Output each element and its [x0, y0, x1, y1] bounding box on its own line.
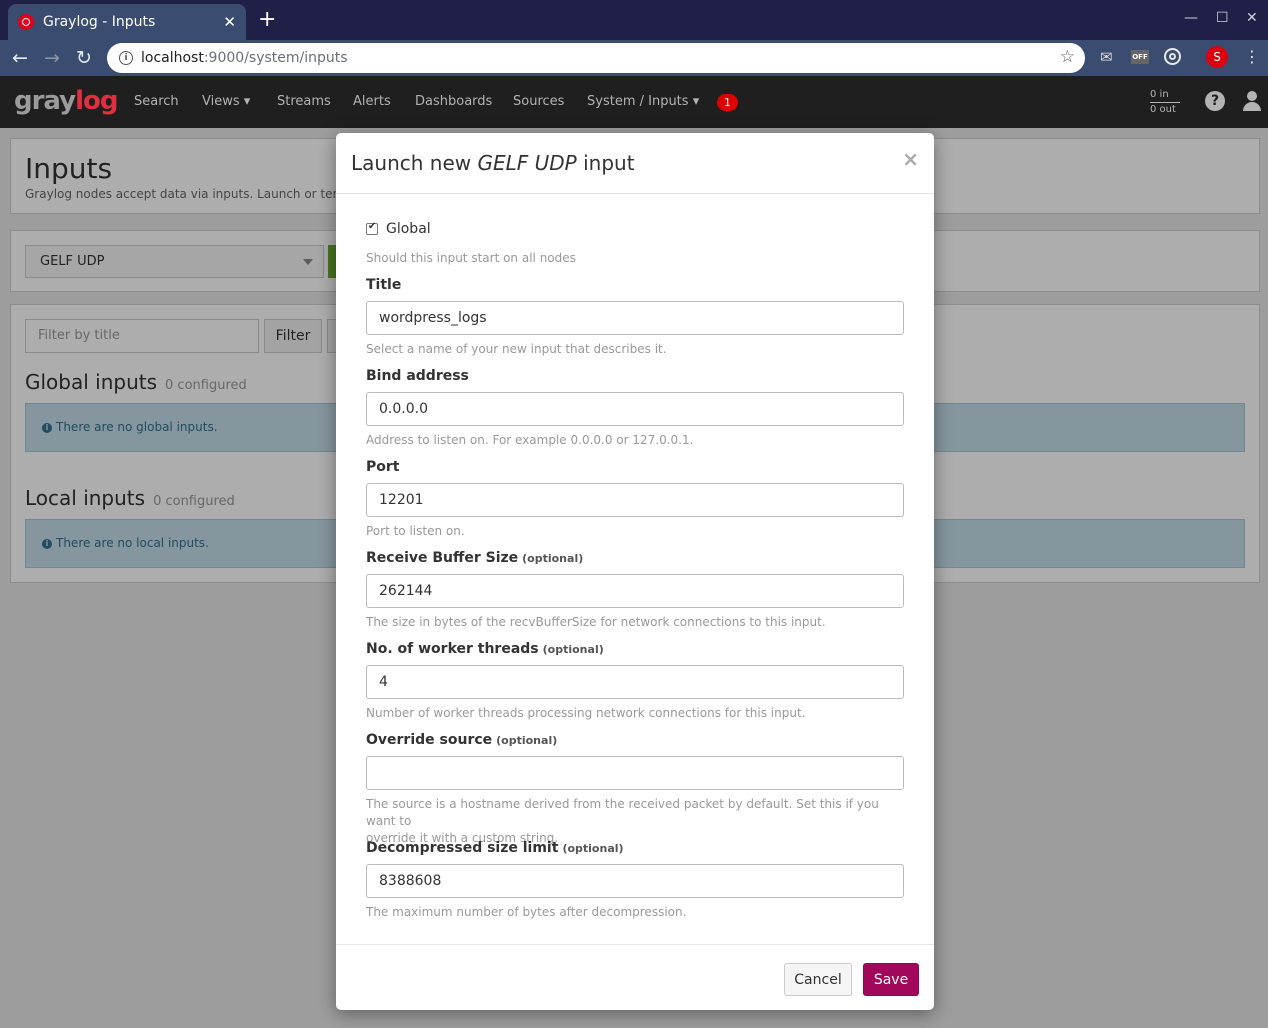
- nav-dashboards[interactable]: Dashboards: [415, 94, 492, 109]
- user-icon[interactable]: [1243, 91, 1261, 111]
- bookmark-star-icon[interactable]: ☆: [1060, 47, 1075, 67]
- save-button[interactable]: Save: [863, 963, 919, 996]
- global-checkbox-row[interactable]: Global: [366, 221, 431, 237]
- launch-input-modal: Launch new GELF UDP input × Global Shoul…: [336, 133, 934, 1010]
- port-label: Port: [366, 459, 400, 475]
- nav-streams[interactable]: Streams: [277, 94, 331, 109]
- modal-footer: Cancel Save: [336, 944, 934, 1010]
- graylog-favicon-icon: [18, 14, 34, 30]
- nav-views[interactable]: Views ▾: [202, 94, 250, 109]
- optional-tag: (optional): [496, 734, 558, 747]
- optional-tag: (optional): [542, 643, 604, 656]
- bind-address-input[interactable]: 0.0.0.0: [366, 392, 904, 426]
- browser-tab[interactable]: Graylog - Inputs ✕: [8, 4, 246, 40]
- cancel-button[interactable]: Cancel: [784, 963, 852, 996]
- url-host: localhost: [141, 50, 204, 66]
- graylog-logo[interactable]: graylog: [14, 86, 119, 116]
- tab-close-icon[interactable]: ✕: [223, 13, 236, 31]
- throughput-in: 0 in: [1150, 89, 1169, 100]
- throughput-indicator[interactable]: 0 in 0 out: [1150, 88, 1180, 117]
- minimize-icon[interactable]: —: [1184, 10, 1198, 26]
- profile-avatar[interactable]: S: [1206, 46, 1228, 68]
- worker-threads-help: Number of worker threads processing netw…: [366, 706, 806, 720]
- help-icon[interactable]: ?: [1205, 91, 1225, 111]
- extension-target-icon[interactable]: [1164, 48, 1181, 65]
- reload-icon[interactable]: ↻: [76, 47, 92, 69]
- optional-tag: (optional): [522, 552, 584, 565]
- override-source-label: Override source (optional): [366, 732, 558, 748]
- bind-address-label: Bind address: [366, 368, 469, 384]
- nav-system-inputs[interactable]: System / Inputs ▾: [587, 94, 699, 109]
- decompressed-limit-label: Decompressed size limit (optional): [366, 840, 624, 856]
- nav-search[interactable]: Search: [134, 94, 179, 109]
- modal-close-icon[interactable]: ×: [902, 147, 919, 171]
- decompressed-limit-input[interactable]: 8388608: [366, 864, 904, 898]
- title-input[interactable]: wordpress_logs: [366, 301, 904, 335]
- port-help: Port to listen on.: [366, 524, 465, 538]
- forward-icon[interactable]: →: [44, 47, 60, 69]
- override-source-input[interactable]: [366, 756, 904, 790]
- global-label: Global: [386, 221, 431, 237]
- new-tab-button[interactable]: +: [258, 9, 276, 31]
- title-help: Select a name of your new input that des…: [366, 342, 667, 356]
- throughput-out: 0 out: [1150, 102, 1180, 117]
- extension-off-icon[interactable]: OFF: [1131, 50, 1149, 64]
- modal-header: Launch new GELF UDP input ×: [336, 133, 934, 194]
- recv-buffer-label: Receive Buffer Size (optional): [366, 550, 584, 566]
- bind-address-help: Address to listen on. For example 0.0.0.…: [366, 433, 694, 447]
- recv-buffer-input[interactable]: 262144: [366, 574, 904, 608]
- worker-threads-label: No. of worker threads (optional): [366, 641, 604, 657]
- notification-badge[interactable]: 1: [717, 94, 738, 111]
- tab-title: Graylog - Inputs: [43, 14, 156, 30]
- decompressed-limit-help: The maximum number of bytes after decomp…: [366, 905, 687, 919]
- optional-tag: (optional): [562, 842, 624, 855]
- url-path: :9000/system/inputs: [203, 50, 348, 66]
- worker-threads-input[interactable]: 4: [366, 665, 904, 699]
- port-input[interactable]: 12201: [366, 483, 904, 517]
- extension-mail-icon[interactable]: ✉: [1100, 48, 1113, 66]
- browser-tabbar: Graylog - Inputs ✕ + — ☐ ✕: [0, 0, 1268, 40]
- nav-sources[interactable]: Sources: [513, 94, 564, 109]
- address-bar[interactable]: i localhost :9000/system/inputs ☆: [107, 43, 1085, 73]
- window-close-icon[interactable]: ✕: [1246, 10, 1258, 26]
- nav-alerts[interactable]: Alerts: [353, 94, 391, 109]
- global-help: Should this input start on all nodes: [366, 251, 576, 265]
- back-icon[interactable]: ←: [12, 47, 28, 69]
- site-info-icon[interactable]: i: [119, 51, 133, 65]
- global-checkbox[interactable]: [366, 221, 378, 235]
- modal-title: Launch new GELF UDP input: [351, 151, 635, 175]
- browser-menu-icon[interactable]: ⋮: [1244, 47, 1260, 66]
- title-label: Title: [366, 277, 402, 293]
- recv-buffer-help: The size in bytes of the recvBufferSize …: [366, 615, 826, 629]
- maximize-icon[interactable]: ☐: [1216, 10, 1229, 26]
